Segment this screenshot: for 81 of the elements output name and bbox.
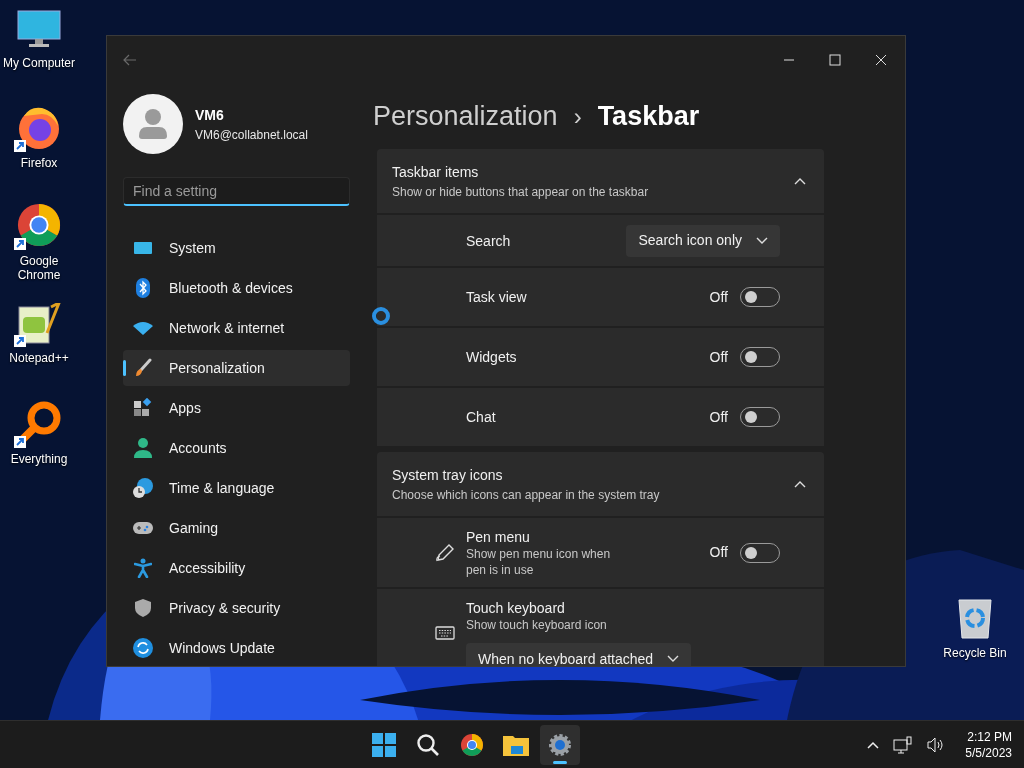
recycle-bin-icon [957,596,993,640]
search-field[interactable]: Find a setting [123,177,350,206]
nav-item[interactable]: Gaming [123,510,350,546]
nav-item[interactable]: Personalization [123,350,350,386]
breadcrumb-separator: › [573,101,582,132]
breadcrumb-parent[interactable]: Personalization [373,96,558,137]
nav-item[interactable]: Windows Update [123,630,350,666]
nav-item[interactable]: Network & internet [123,310,350,346]
monitor-icon [17,10,61,50]
section-header[interactable]: System tray icons Choose which icons can appear in the system tray [377,452,824,516]
desktop-icon-label[interactable]: My Computer [2,56,76,70]
section-header[interactable]: Taskbar items Show or hide buttons that appear on the taskbar [377,149,824,213]
desktop-icon-label[interactable]: Google Chrome [2,254,76,282]
wifi-icon [133,321,153,335]
shield-icon [134,598,152,618]
nav-item[interactable]: System [123,230,350,266]
nav-item[interactable]: Accounts [123,430,350,466]
pen-icon [435,542,455,563]
chevron-up-icon[interactable] [867,740,880,749]
setting-label: Pen menu [466,527,531,546]
maximize-icon[interactable] [829,54,841,66]
dropdown[interactable]: When no keyboard attached [466,643,692,666]
nav-item[interactable]: Privacy & security [123,590,350,626]
toggle-state: Off [709,347,728,367]
setting-label: Search [466,231,512,250]
update-icon [133,638,153,658]
keyboard-icon [435,626,455,640]
nav-item[interactable]: Apps [123,390,350,426]
person-icon [134,438,152,458]
section-subtitle: Show or hide buttons that appear on the taskbar [392,183,650,201]
section-title: Taskbar items [392,162,480,182]
chrome-icon [459,732,484,757]
chevron-down-icon [667,655,680,663]
desktop-icon-label[interactable]: Recycle Bin [938,646,1012,660]
gamepad-icon [133,521,153,535]
chevron-up-icon [794,480,806,488]
setting-label: Widgets [466,348,518,366]
search-icon [415,732,440,757]
busy-cursor-icon [371,306,391,326]
setting-label: Task view [466,288,528,306]
desktop-icon-label[interactable]: Firefox [2,156,76,170]
accessibility-icon [134,558,152,578]
section-title: System tray icons [392,465,504,485]
setting-label: Touch keyboard [466,599,566,617]
section-subtitle: Choose which icons can appear in the system tray [392,486,661,504]
toggle-state: Off [709,407,728,427]
taskbar-button[interactable] [539,724,580,765]
desktop-icon-label[interactable]: Notepad++ [2,351,76,365]
page-title: Taskbar [597,100,700,134]
toggle-state: Off [709,287,728,307]
close-icon[interactable] [875,54,887,66]
folder-icon [502,733,529,756]
desktop-icon-label[interactable]: Everything [2,452,76,466]
notepad-icon [17,303,61,345]
setting-description: Show pen menu icon when pen is in use [466,545,612,578]
chevron-down-icon [756,236,768,245]
gear-icon [547,732,572,757]
nav-item[interactable]: Time & language [123,470,350,506]
network-icon[interactable] [893,735,914,754]
avatar [123,94,183,154]
clock[interactable]: 2:12 PM 5/5/2023 [965,728,1012,761]
windows-logo-icon [371,732,396,757]
setting-description: Show touch keyboard icon [466,617,608,633]
setting-label: Chat [466,408,497,426]
back-arrow-icon[interactable] [123,54,137,66]
monitor-icon [133,240,153,256]
user-name: VM6 [195,105,225,125]
selection-indicator [123,360,126,376]
globe-clock-icon [133,478,153,498]
speaker-icon[interactable] [927,736,946,753]
chevron-up-icon [794,177,806,185]
dropdown[interactable]: Search icon only [626,224,780,257]
toggle-state: Off [709,543,728,562]
user-email: VM6@collabnet.local [195,126,308,144]
paintbrush-icon [133,358,153,378]
nav-item[interactable]: Accessibility [123,550,350,586]
chrome-icon [16,202,62,248]
bluetooth-icon [136,278,150,298]
nav-item[interactable]: Bluetooth & devices [123,270,350,306]
apps-icon [133,398,153,418]
active-indicator [552,760,567,764]
